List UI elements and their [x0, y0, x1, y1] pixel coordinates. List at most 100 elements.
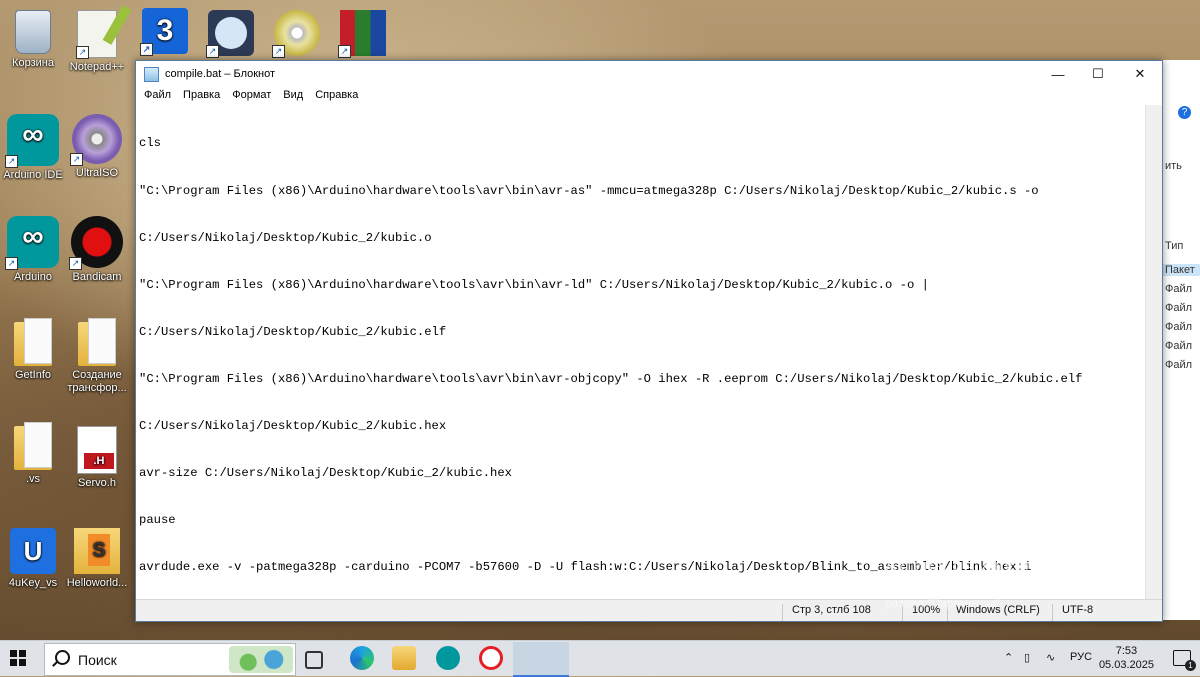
notepad-taskbar-icon[interactable] — [513, 642, 569, 677]
explorer-list-item[interactable]: Файл — [1165, 283, 1192, 295]
desktop-icon-blue-app[interactable]: 3 ↗ — [132, 8, 198, 57]
desktop-icon-label: Servo.h — [78, 477, 116, 489]
desktop-icon-label: Bandicam — [72, 271, 122, 283]
explorer-list-item[interactable]: Файл — [1165, 321, 1192, 333]
desktop-icon-disc-app[interactable]: ↗ — [264, 10, 330, 59]
notifications-icon[interactable]: 1 — [1173, 650, 1196, 671]
activation-watermark-message: Чтобы активировать Windows, перейдите в … — [885, 579, 1127, 610]
desktop-icon-label: UltraISO — [75, 167, 119, 179]
file-explorer-icon[interactable] — [392, 646, 416, 670]
search-box[interactable]: Поиск — [44, 643, 296, 676]
shortcut-arrow-icon: ↗ — [206, 45, 219, 58]
desktop-icon-label: GetInfo — [14, 369, 52, 381]
text-line: cls — [139, 136, 161, 151]
question-icon[interactable]: ? — [1178, 106, 1191, 119]
menu-bar: Файл Правка Формат Вид Справка — [136, 87, 1162, 105]
language-indicator[interactable]: РУС — [1070, 651, 1092, 663]
clock[interactable]: 7:53 05.03.2025 — [1099, 644, 1154, 672]
notepad-plus-plus-icon: ↗ — [76, 10, 117, 59]
close-button[interactable]: ✕ — [1118, 61, 1162, 87]
desktop-icon-label: Helloworld... — [66, 577, 128, 589]
folder-icon — [14, 422, 52, 470]
desktop-icon-helloworld[interactable]: Helloworld... — [64, 528, 130, 590]
ultraiso-icon: ↗ — [70, 114, 122, 166]
header-file-icon — [77, 426, 117, 474]
explorer-label: ить — [1165, 160, 1182, 172]
search-placeholder: Поиск — [78, 652, 117, 668]
notepad-icon — [144, 66, 159, 82]
desktop-icon-arduino[interactable]: ↗ Arduino — [0, 216, 66, 284]
title-bar[interactable]: compile.bat – Блокнот — ☐ ✕ — [136, 61, 1162, 87]
desktop-icon-winrar[interactable]: ↗ — [330, 10, 396, 59]
desktop-icon-label: Arduino — [14, 271, 52, 283]
blue-app-icon: 3 ↗ — [140, 8, 188, 56]
shortcut-arrow-icon: ↗ — [5, 257, 18, 270]
explorer-window-partial[interactable]: ? ить Тип Пакет Файл Файл Файл Файл Файл — [1161, 60, 1200, 620]
desktop-icon-label: 4uKey_vs — [8, 577, 58, 589]
arduino-taskbar-icon[interactable] — [436, 646, 460, 670]
desktop-icon-4ukey[interactable]: U 4uKey_vs — [0, 528, 66, 590]
folder-icon — [14, 318, 52, 366]
desktop-icon-nasm[interactable]: ↗ — [198, 10, 264, 59]
explorer-list-item[interactable]: Пакет — [1162, 264, 1200, 276]
shortcut-arrow-icon: ↗ — [272, 45, 285, 58]
text-line: avr-size C:/Users/Nikolaj/Desktop/Kubic_… — [139, 466, 512, 481]
desktop-icon-arduino-ide[interactable]: ↗ Arduino IDE — [0, 114, 66, 182]
search-highlight-image — [229, 646, 293, 673]
desktop-icon-vs-folder[interactable]: .vs — [0, 422, 66, 486]
text-line: C:/Users/Nikolaj/Desktop/Kubic_2/kubic.h… — [139, 419, 447, 434]
desktop-icon-servo-h[interactable]: Servo.h — [64, 426, 130, 490]
clock-date: 05.03.2025 — [1098, 659, 1154, 671]
text-line: "C:\Program Files (x86)\Arduino\hardware… — [139, 371, 1083, 386]
desktop-icon-getinfo[interactable]: GetInfo — [0, 318, 66, 382]
text-line: "C:\Program Files (x86)\Arduino\hardware… — [139, 277, 929, 292]
notepad-window[interactable]: compile.bat – Блокнот — ☐ ✕ Файл Правка … — [135, 60, 1163, 622]
text-editor[interactable]: cls "C:\Program Files (x86)\Arduino\hard… — [136, 105, 1146, 600]
notification-count-badge: 1 — [1185, 660, 1196, 671]
text-line: "C:\Program Files (x86)\Arduino\hardware… — [139, 183, 1039, 198]
desktop-icon-notepad-plus-plus[interactable]: ↗ Notepad++ — [64, 10, 130, 74]
menu-view[interactable]: Вид — [277, 87, 309, 105]
explorer-list-item[interactable]: Файл — [1165, 302, 1192, 314]
search-icon — [55, 650, 70, 665]
winrar-icon: ↗ — [338, 10, 386, 58]
show-hidden-icons-icon[interactable]: ⌃ — [1004, 651, 1013, 664]
menu-format[interactable]: Формат — [226, 87, 277, 105]
shortcut-arrow-icon: ↗ — [140, 43, 153, 56]
taskbar: Поиск ⌃ ▯ ∿ РУС 7:53 05.03.2025 1 — [0, 640, 1200, 677]
menu-help[interactable]: Справка — [309, 87, 364, 105]
nasm-icon: ↗ — [206, 10, 254, 58]
menu-edit[interactable]: Правка — [177, 87, 226, 105]
text-line: pause — [139, 513, 176, 528]
arduino-icon: ↗ — [5, 216, 59, 270]
4ukey-icon: U — [10, 528, 56, 574]
explorer-column-header[interactable]: Тип — [1165, 240, 1183, 252]
arduino-ide-icon: ↗ — [5, 114, 59, 168]
explorer-list-item[interactable]: Файл — [1165, 359, 1192, 371]
desktop-icon-label: Корзина — [12, 57, 54, 69]
yandex-browser-icon[interactable] — [479, 646, 503, 670]
sublime-file-icon — [74, 528, 120, 574]
maximize-button[interactable]: ☐ — [1078, 61, 1118, 87]
desktop-icon-label: Notepad++ — [69, 61, 125, 73]
bandicam-icon: ↗ — [69, 216, 123, 270]
menu-file[interactable]: Файл — [138, 87, 177, 105]
desktop-icon-label: .vs — [25, 473, 41, 485]
desktop-icon-bandicam[interactable]: ↗ Bandicam — [64, 216, 130, 284]
shortcut-arrow-icon: ↗ — [76, 46, 89, 59]
edge-browser-icon[interactable] — [350, 646, 374, 670]
desktop-icon-label: Arduino IDE — [3, 169, 63, 181]
vertical-scrollbar[interactable] — [1145, 105, 1162, 600]
text-line: C:/Users/Nikolaj/Desktop/Kubic_2/kubic.o — [139, 230, 432, 245]
minimize-button[interactable]: — — [1038, 61, 1078, 87]
desktop-icon-recycle-bin[interactable]: Корзина — [0, 10, 66, 70]
explorer-list-item[interactable]: Файл — [1165, 340, 1192, 352]
desktop-icon-ultraiso[interactable]: ↗ UltraISO — [64, 114, 130, 180]
recycle-bin-icon — [15, 10, 51, 54]
windows-start-icon[interactable] — [10, 650, 26, 666]
network-icon[interactable]: ▯ — [1024, 651, 1030, 664]
clock-time: 7:53 — [1115, 645, 1138, 657]
wifi-icon[interactable]: ∿ — [1046, 651, 1055, 664]
desktop-icon-create-transform[interactable]: Создание трансфор... — [64, 318, 130, 395]
task-view-icon[interactable] — [305, 651, 323, 669]
